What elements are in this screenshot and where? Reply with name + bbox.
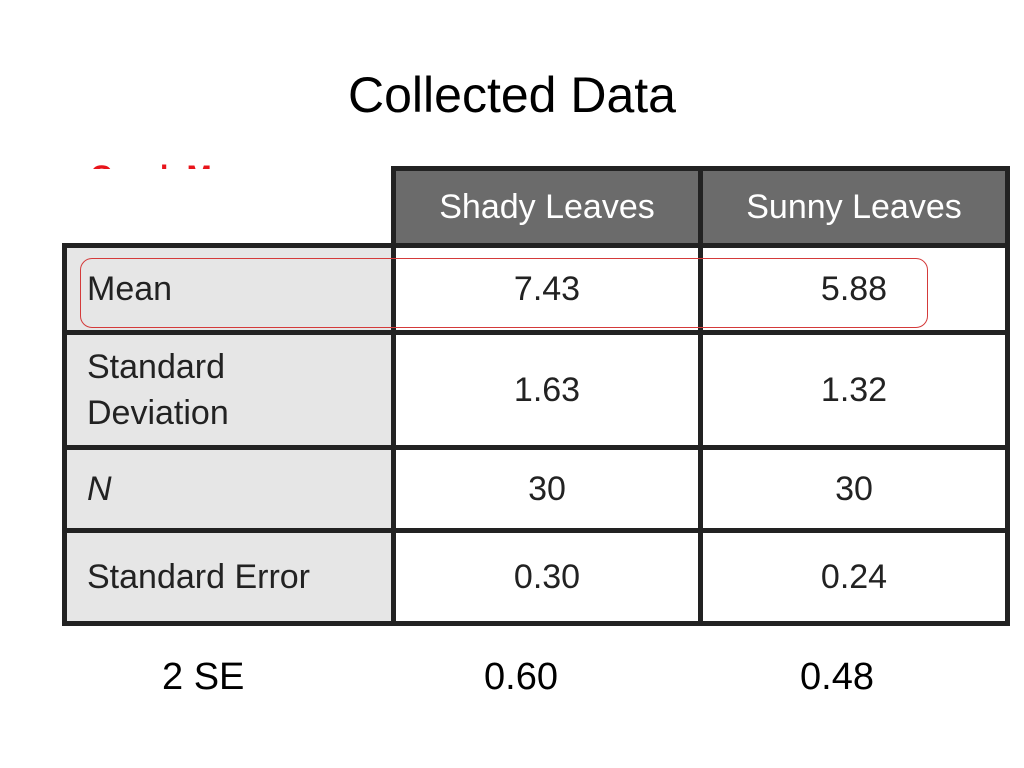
row-label-standard-error: Standard Error xyxy=(62,528,396,626)
header-sunny-leaves: Sunny Leaves xyxy=(698,166,1010,248)
two-se-shady: 0.60 xyxy=(484,656,558,698)
cell-shady-sd: 1.63 xyxy=(391,330,703,450)
table-row: Standard Error 0.30 0.24 xyxy=(62,528,1010,626)
row-label-standard-deviation: Standard Deviation xyxy=(62,330,396,450)
cell-sunny-sd: 1.32 xyxy=(698,330,1010,450)
cell-sunny-mean: 5.88 xyxy=(698,243,1010,335)
table-header-row: Shady Leaves Sunny Leaves xyxy=(64,166,1010,248)
table-row: Standard Deviation 1.63 1.32 xyxy=(62,330,1010,450)
row-label-mean: Mean xyxy=(62,243,396,335)
cell-shady-mean: 7.43 xyxy=(391,243,703,335)
table-row: Mean 7.43 5.88 xyxy=(62,243,1010,335)
cell-sunny-se: 0.24 xyxy=(698,528,1010,626)
cell-shady-se: 0.30 xyxy=(391,528,703,626)
two-se-sunny: 0.48 xyxy=(800,656,874,698)
two-se-label: 2 SE xyxy=(162,656,245,698)
cell-shady-n: 30 xyxy=(391,445,703,533)
row-label-n: N xyxy=(62,445,396,533)
table-row: N 30 30 xyxy=(62,445,1010,533)
header-empty xyxy=(64,168,396,248)
row-label-text: Standard Deviation xyxy=(87,348,229,432)
data-table: Shady Leaves Sunny Leaves Mean 7.43 5.88… xyxy=(62,166,1010,626)
header-shady-leaves: Shady Leaves xyxy=(391,166,703,248)
cell-sunny-n: 30 xyxy=(698,445,1010,533)
